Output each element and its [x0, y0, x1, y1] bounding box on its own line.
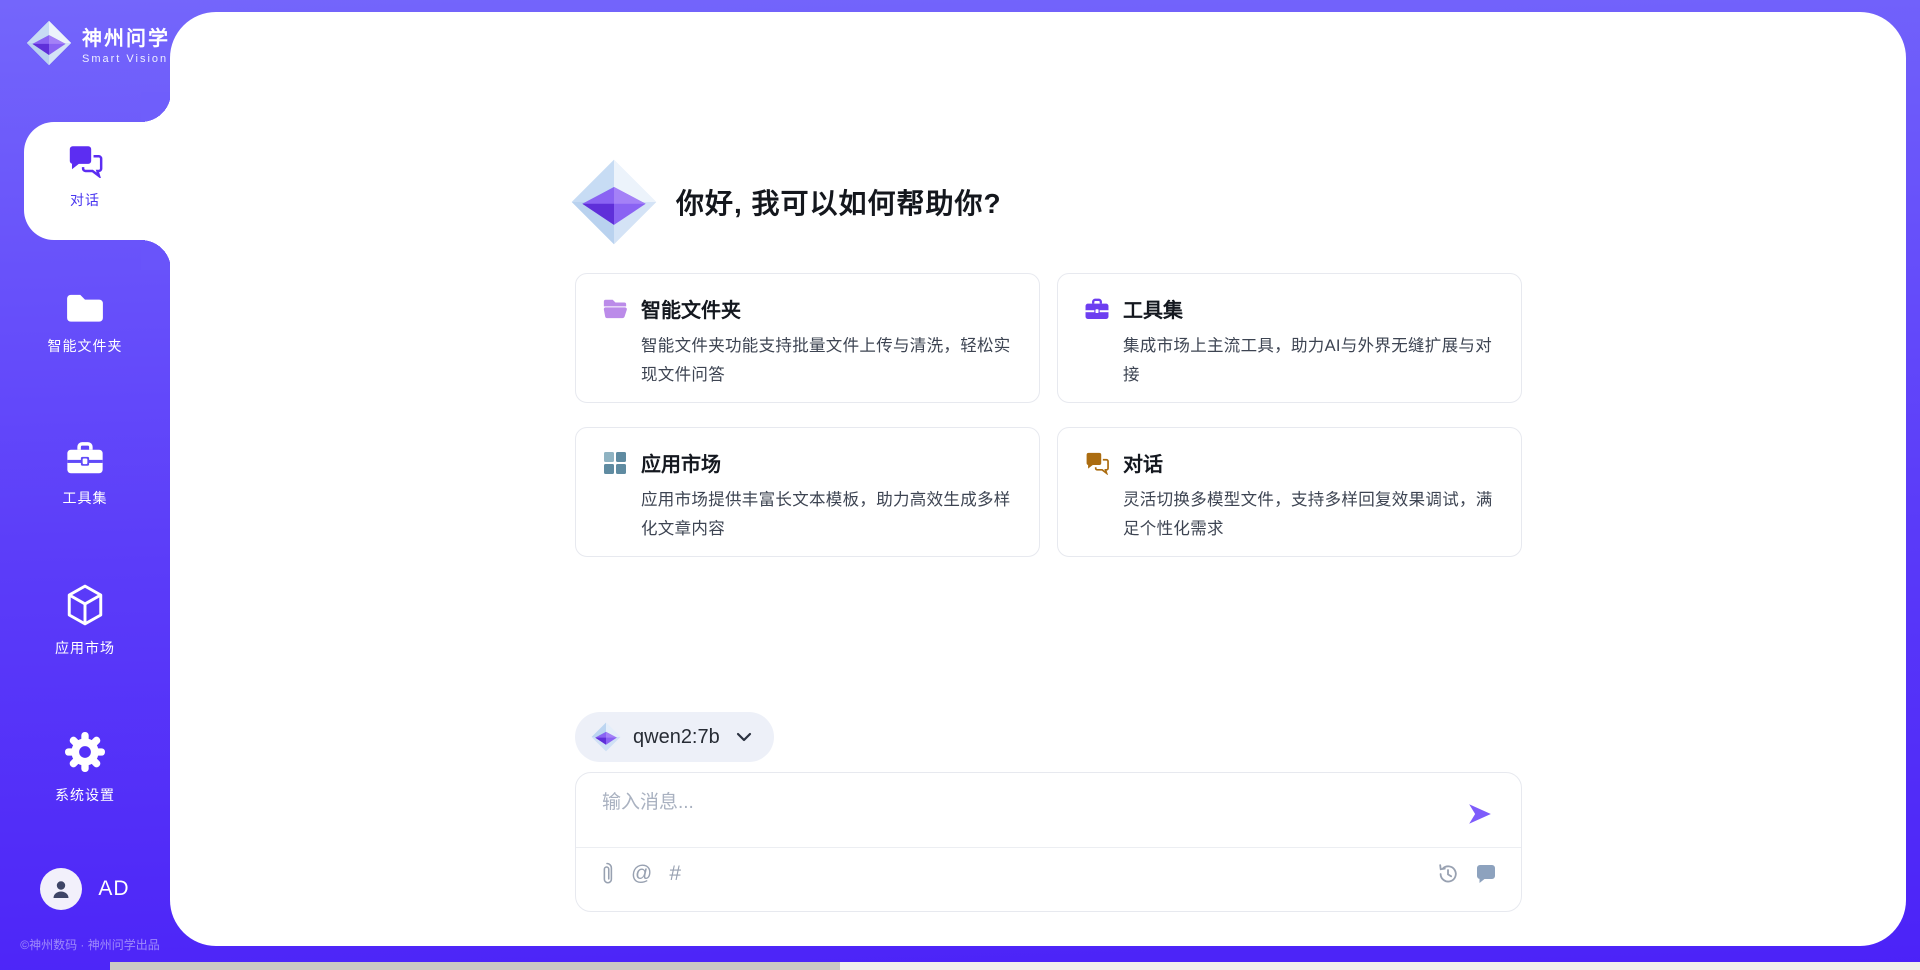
folder-icon — [602, 297, 628, 321]
avatar — [40, 868, 82, 910]
sidebar-item-label: 系统设置 — [55, 785, 115, 805]
chat-icon — [66, 144, 104, 178]
folder-icon — [65, 292, 105, 324]
mention-button[interactable]: @ — [631, 859, 652, 889]
greeting-text: 你好, 我可以如何帮助你? — [676, 182, 1002, 222]
feature-card-smart-folder[interactable]: 智能文件夹 智能文件夹功能支持批量文件上传与清洗，轻松实现文件问答 — [575, 273, 1040, 403]
app-window: 神州问学 Smart Vision 对话 智能文件夹 工具集 应用市场 — [0, 0, 1920, 970]
card-description: 集成市场上主流工具，助力AI与外界无缝扩展与对接 — [1123, 332, 1495, 390]
sidebar-item-label: 工具集 — [63, 488, 108, 508]
gear-icon — [64, 731, 106, 773]
hashtag-icon: # — [669, 862, 681, 886]
user-name: AD — [98, 877, 129, 901]
message-composer: @ # — [575, 772, 1522, 912]
history-icon — [1437, 863, 1459, 885]
card-title: 对话 — [1123, 448, 1163, 477]
toolbox-icon — [65, 440, 105, 476]
brand-text: 神州问学 Smart Vision — [82, 22, 170, 65]
user-menu[interactable]: AD — [0, 868, 170, 910]
paperclip-icon — [600, 861, 614, 887]
feature-card-app-market[interactable]: 应用市场 应用市场提供丰富长文本模板，助力高效生成多样化文章内容 — [575, 427, 1040, 557]
greeting: 你好, 我可以如何帮助你? — [570, 150, 1002, 254]
send-icon — [1467, 802, 1493, 826]
horizontal-scrollbar-thumb[interactable] — [110, 962, 840, 970]
card-title: 智能文件夹 — [641, 294, 741, 323]
sidebar-item-label: 应用市场 — [55, 638, 115, 658]
card-description: 智能文件夹功能支持批量文件上传与清洗，轻松实现文件问答 — [641, 332, 1013, 390]
feedback-button[interactable] — [1475, 859, 1497, 889]
assistant-logo-icon — [570, 158, 658, 246]
message-input[interactable] — [602, 787, 1451, 845]
chevron-down-icon — [736, 732, 752, 742]
active-tab-curve-top — [141, 92, 171, 122]
card-title: 工具集 — [1123, 294, 1183, 323]
sidebar-item-toolbox[interactable]: 工具集 — [0, 440, 170, 508]
sidebar-item-label: 对话 — [70, 190, 100, 210]
brand-subtitle: Smart Vision — [82, 53, 170, 65]
history-button[interactable] — [1437, 859, 1459, 889]
active-tab-curve-bottom — [141, 240, 171, 270]
sidebar-item-chat[interactable]: 对话 — [0, 144, 170, 210]
feature-card-chat[interactable]: 对话 灵活切换多模型文件，支持多样回复效果调试，满足个性化需求 — [1057, 427, 1522, 557]
sidebar-item-settings[interactable]: 系统设置 — [0, 731, 170, 805]
chat-icon — [1084, 451, 1110, 475]
toolbox-icon — [1084, 297, 1110, 321]
chat-bubble-icon — [1475, 864, 1497, 884]
attachment-button[interactable] — [600, 859, 614, 889]
model-selector[interactable]: qwen2:7b — [575, 712, 774, 762]
card-title: 应用市场 — [641, 448, 721, 477]
hashtag-button[interactable]: # — [669, 859, 681, 889]
mention-icon: @ — [631, 862, 652, 886]
model-logo-icon — [591, 722, 621, 752]
sidebar-item-label: 智能文件夹 — [48, 336, 123, 356]
composer-tools-right — [1437, 859, 1497, 889]
brand-logo-icon — [26, 20, 72, 66]
main-panel: 你好, 我可以如何帮助你? 智能文件夹 智能文件夹功能支持批量文件上传与清洗，轻… — [170, 12, 1906, 946]
brand-name: 神州问学 — [82, 22, 170, 51]
cube-icon — [66, 584, 104, 626]
horizontal-scrollbar-track[interactable] — [110, 962, 1920, 970]
brand: 神州问学 Smart Vision — [26, 20, 170, 66]
sidebar-item-smart-folder[interactable]: 智能文件夹 — [0, 292, 170, 356]
composer-divider — [576, 847, 1521, 848]
card-description: 应用市场提供丰富长文本模板，助力高效生成多样化文章内容 — [641, 486, 1013, 544]
copyright-text: ©神州数码 · 神州问学出品 — [0, 936, 180, 953]
sidebar-item-app-market[interactable]: 应用市场 — [0, 584, 170, 658]
grid-icon — [602, 451, 628, 475]
person-icon — [49, 877, 73, 901]
feature-card-toolbox[interactable]: 工具集 集成市场上主流工具，助力AI与外界无缝扩展与对接 — [1057, 273, 1522, 403]
card-description: 灵活切换多模型文件，支持多样回复效果调试，满足个性化需求 — [1123, 486, 1495, 544]
model-name: qwen2:7b — [633, 726, 720, 749]
composer-tools-left: @ # — [600, 859, 681, 889]
send-button[interactable] — [1465, 801, 1495, 829]
